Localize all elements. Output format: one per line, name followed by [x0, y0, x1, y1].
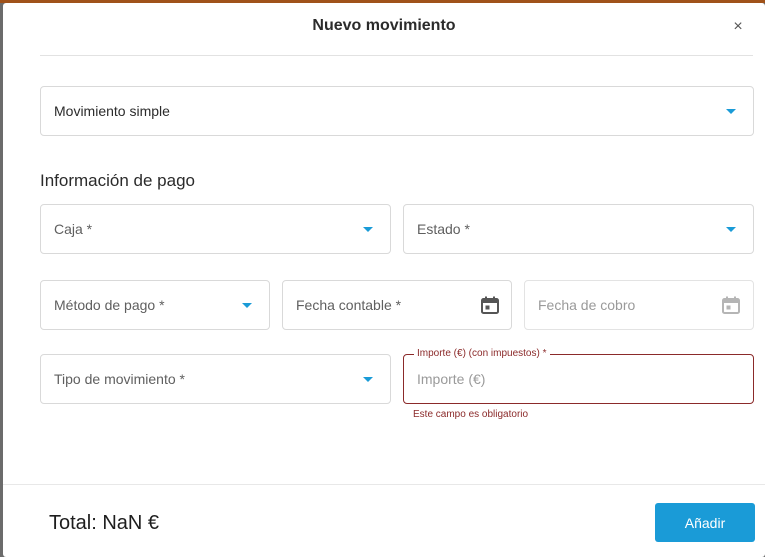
payment-method-select[interactable]: Método de pago *: [40, 280, 270, 330]
chevron-down-icon: [363, 227, 373, 232]
chevron-down-icon: [242, 303, 252, 308]
footer-divider: [3, 484, 765, 485]
caja-label: Caja *: [54, 221, 93, 237]
amount-floating-label: Importe (€) (con impuestos) *: [414, 348, 550, 359]
chevron-down-icon: [726, 227, 736, 232]
divider: [40, 55, 753, 56]
add-button[interactable]: Añadir: [655, 503, 755, 542]
chevron-down-icon: [363, 377, 373, 382]
collection-date-field[interactable]: Fecha de cobro: [524, 280, 754, 330]
new-movement-dialog: Nuevo movimiento × Movimiento simple Inf…: [3, 3, 765, 557]
calendar-icon[interactable]: [480, 295, 500, 315]
amount-error-message: Este campo es obligatorio: [413, 409, 529, 420]
total-amount: Total: NaN €: [49, 512, 160, 534]
amount-placeholder: Importe (€): [417, 371, 486, 387]
amount-input[interactable]: Importe (€) (con impuestos) * Importe (€…: [403, 348, 754, 404]
dialog-title: Nuevo movimiento: [312, 17, 456, 34]
movement-kind-value: Movimiento simple: [54, 103, 170, 119]
accounting-date-field[interactable]: Fecha contable *: [282, 280, 512, 330]
estado-label: Estado *: [417, 221, 470, 237]
chevron-down-icon: [726, 109, 736, 114]
movement-kind-select[interactable]: Movimiento simple: [40, 86, 754, 136]
collection-date-label: Fecha de cobro: [538, 297, 636, 313]
calendar-icon[interactable]: [721, 295, 741, 315]
payment-method-label: Método de pago *: [54, 297, 165, 313]
accounting-date-label: Fecha contable *: [296, 297, 402, 313]
caja-select[interactable]: Caja *: [40, 204, 391, 254]
movement-type-label: Tipo de movimiento *: [54, 371, 185, 387]
close-icon[interactable]: ×: [730, 19, 746, 35]
movement-type-select[interactable]: Tipo de movimiento *: [40, 354, 391, 404]
section-title: Información de pago: [40, 171, 195, 190]
estado-select[interactable]: Estado *: [403, 204, 754, 254]
